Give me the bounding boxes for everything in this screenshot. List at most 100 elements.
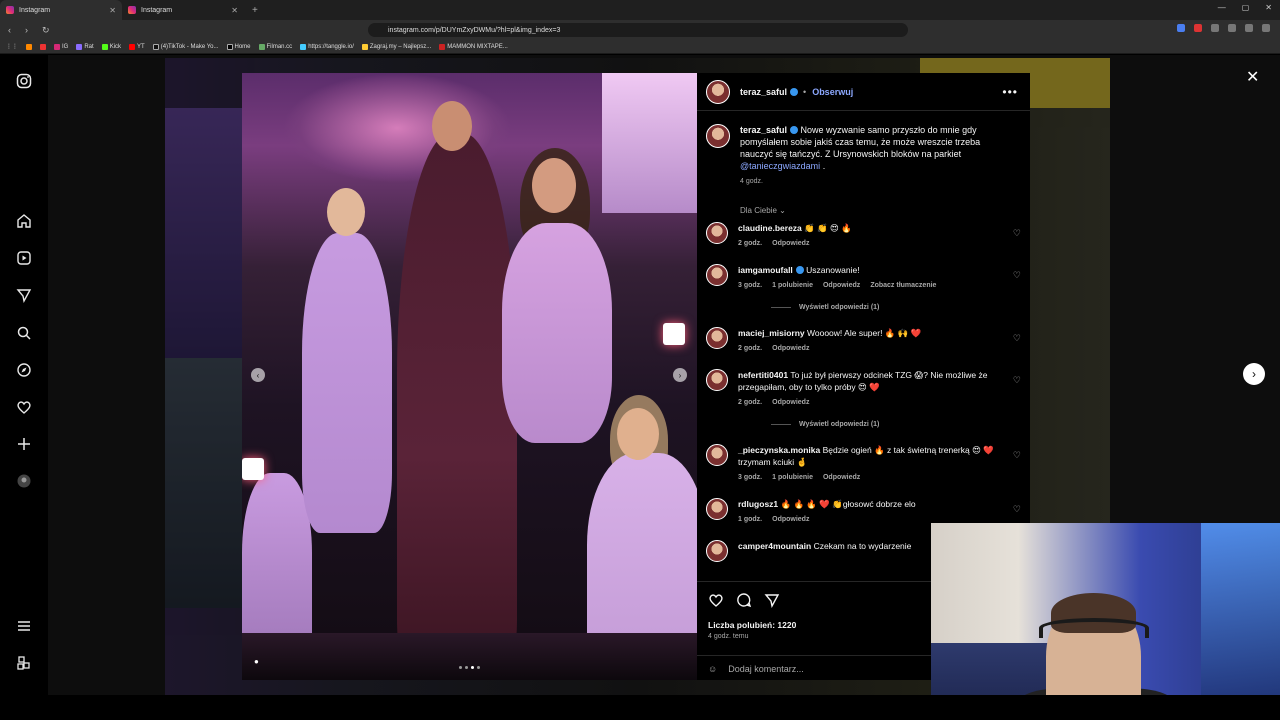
like-comment-heart-icon[interactable]: ♡ (1013, 270, 1021, 281)
commenter-username[interactable]: _pieczynska.monika (738, 445, 820, 455)
caption-mention-link[interactable]: @tanieczgwiazdami (740, 161, 820, 171)
carousel-prev-icon[interactable]: ‹ (251, 368, 265, 382)
extension-icon[interactable] (1211, 24, 1219, 32)
apps-icon[interactable]: ⋮⋮ (6, 43, 18, 50)
extension-icon[interactable] (1194, 24, 1202, 32)
comments-list[interactable]: claudine.bereza 👏 👏 😍 🔥 2 godz. Odpowied… (697, 222, 1030, 572)
close-modal-icon[interactable]: ✕ (1246, 67, 1259, 87)
bookmark-filman[interactable]: Filman.cc (258, 43, 292, 50)
bookmark-yt[interactable]: YT (129, 43, 145, 50)
emoji-icon[interactable]: ☺ (708, 664, 717, 674)
bookmark-item[interactable] (40, 43, 46, 50)
comment-time: 2 godz. (738, 345, 763, 352)
bookmark-tanggle[interactable]: https://tanggle.io/ (300, 43, 354, 50)
browser-tab-instagram-1[interactable]: Instagram ✕ (0, 0, 122, 20)
follow-button[interactable]: Obserwuj (812, 87, 853, 97)
commenter-avatar[interactable] (706, 444, 728, 466)
commenter-username[interactable]: rdlugosz1 (738, 499, 778, 509)
minimize-icon[interactable]: — (1218, 3, 1226, 12)
reload-icon[interactable]: ↻ (42, 25, 50, 36)
bookmark-item[interactable] (26, 43, 32, 50)
notifications-heart-icon[interactable] (16, 399, 32, 415)
search-icon[interactable] (16, 325, 32, 341)
comment-text: Czekam na to wydarzenie (813, 541, 912, 551)
bookmark-kick[interactable]: Kick (101, 43, 121, 50)
comment-likes[interactable]: 1 polubienie (772, 280, 813, 292)
more-menu-icon[interactable] (16, 618, 32, 634)
like-heart-icon[interactable] (708, 592, 724, 612)
commenter-username[interactable]: maciej_misiorny (738, 328, 805, 338)
commenter-username[interactable]: nefertiti0401 (738, 370, 788, 380)
reply-button[interactable]: Odpowiedz (772, 397, 809, 409)
author-username[interactable]: teraz_saful (740, 87, 787, 97)
view-replies-button[interactable]: Wyświetl odpowiedzi (1) (771, 304, 1030, 311)
reply-button[interactable]: Odpowiedz (772, 514, 809, 526)
forward-icon[interactable]: › (25, 25, 28, 36)
commenter-avatar[interactable] (706, 222, 728, 244)
translate-button[interactable]: Zobacz tłumaczenie (870, 280, 936, 292)
like-comment-heart-icon[interactable]: ♡ (1013, 450, 1021, 461)
add-comment-input[interactable]: Dodaj komentarz... (728, 664, 804, 674)
share-send-icon[interactable] (764, 592, 780, 612)
next-post-icon[interactable]: › (1243, 363, 1265, 385)
commenter-avatar[interactable] (706, 540, 728, 562)
like-comment-heart-icon[interactable]: ♡ (1013, 333, 1021, 344)
browser-tab-instagram-2[interactable]: Instagram ✕ (122, 0, 244, 20)
commenter-username[interactable]: camper4mountain (738, 541, 811, 551)
bookmark-tiktok[interactable]: (4)TikTok - Make Yo... (152, 43, 219, 50)
explore-icon[interactable] (16, 362, 32, 378)
view-replies-button[interactable]: Wyświetl odpowiedzi (1) (771, 421, 1030, 428)
caption-username[interactable]: teraz_saful (740, 125, 787, 135)
comment-bubble-icon[interactable] (736, 592, 752, 612)
instagram-logo-icon[interactable] (16, 73, 32, 89)
like-comment-heart-icon[interactable]: ♡ (1013, 228, 1021, 239)
menu-icon[interactable] (1262, 24, 1270, 32)
commenter-username[interactable]: iamgamoufall (738, 265, 793, 275)
bookmark-ig[interactable]: IG (54, 43, 68, 50)
comment-time: 2 godz. (738, 399, 763, 406)
bookmark-mammon[interactable]: MAMMON MIXTAPE... (439, 43, 508, 50)
author-avatar[interactable] (706, 124, 730, 148)
close-tab-icon[interactable]: ✕ (231, 6, 238, 15)
comment-meta: 2 godz. Odpowiedz (738, 397, 1000, 409)
close-window-icon[interactable]: ✕ (1265, 3, 1272, 12)
like-comment-heart-icon[interactable]: ♡ (1013, 504, 1021, 515)
home-icon[interactable] (16, 213, 32, 229)
more-options-icon[interactable]: ••• (1002, 85, 1018, 99)
post-header: teraz_saful • Obserwuj ••• (697, 73, 1030, 111)
like-comment-heart-icon[interactable]: ♡ (1013, 375, 1021, 386)
maximize-icon[interactable]: ▢ (1242, 3, 1250, 12)
extension-icon[interactable] (1228, 24, 1236, 32)
bookmark-rat[interactable]: Rat (76, 43, 94, 50)
reels-icon[interactable] (16, 250, 32, 266)
carousel-next-icon[interactable]: › (673, 368, 687, 382)
messages-icon[interactable] (16, 287, 32, 304)
bookmark-home[interactable]: Home (226, 43, 251, 50)
new-tab-icon[interactable]: + (244, 5, 266, 16)
threads-icon[interactable] (16, 655, 32, 671)
profile-avatar-icon[interactable] (16, 473, 32, 489)
commenter-avatar[interactable] (706, 498, 728, 520)
extension-icon[interactable] (1245, 24, 1253, 32)
reply-button[interactable]: Odpowiedz (772, 343, 809, 355)
reply-button[interactable]: Odpowiedz (823, 280, 860, 292)
url-field[interactable]: instagram.com/p/DUYmZxyDWMu/?hl=pl&img_i… (368, 23, 908, 37)
reply-button[interactable]: Odpowiedz (823, 472, 860, 484)
bookmarks-bar: ⋮⋮ IG Rat Kick YT (4)TikTok - Make Yo...… (0, 40, 1280, 54)
close-tab-icon[interactable]: ✕ (109, 6, 116, 15)
author-avatar[interactable] (706, 79, 730, 104)
tagged-users-icon[interactable]: ● (254, 657, 264, 667)
back-icon[interactable]: ‹ (8, 25, 11, 36)
comment-likes[interactable]: 1 polubienie (772, 472, 813, 484)
comments-filter-dropdown[interactable]: Dla Ciebie ⌄ (740, 206, 1030, 215)
bookmark-zagraj[interactable]: Zagraj.my – Najlepsz... (361, 43, 431, 50)
stage-floor (242, 633, 697, 680)
commenter-avatar[interactable] (706, 369, 728, 391)
create-plus-icon[interactable] (16, 436, 32, 452)
extension-icon[interactable] (1177, 24, 1185, 32)
commenter-avatar[interactable] (706, 264, 728, 286)
commenter-username[interactable]: claudine.bereza (738, 223, 802, 233)
reply-button[interactable]: Odpowiedz (772, 238, 809, 250)
post-image[interactable] (242, 73, 697, 680)
commenter-avatar[interactable] (706, 327, 728, 349)
